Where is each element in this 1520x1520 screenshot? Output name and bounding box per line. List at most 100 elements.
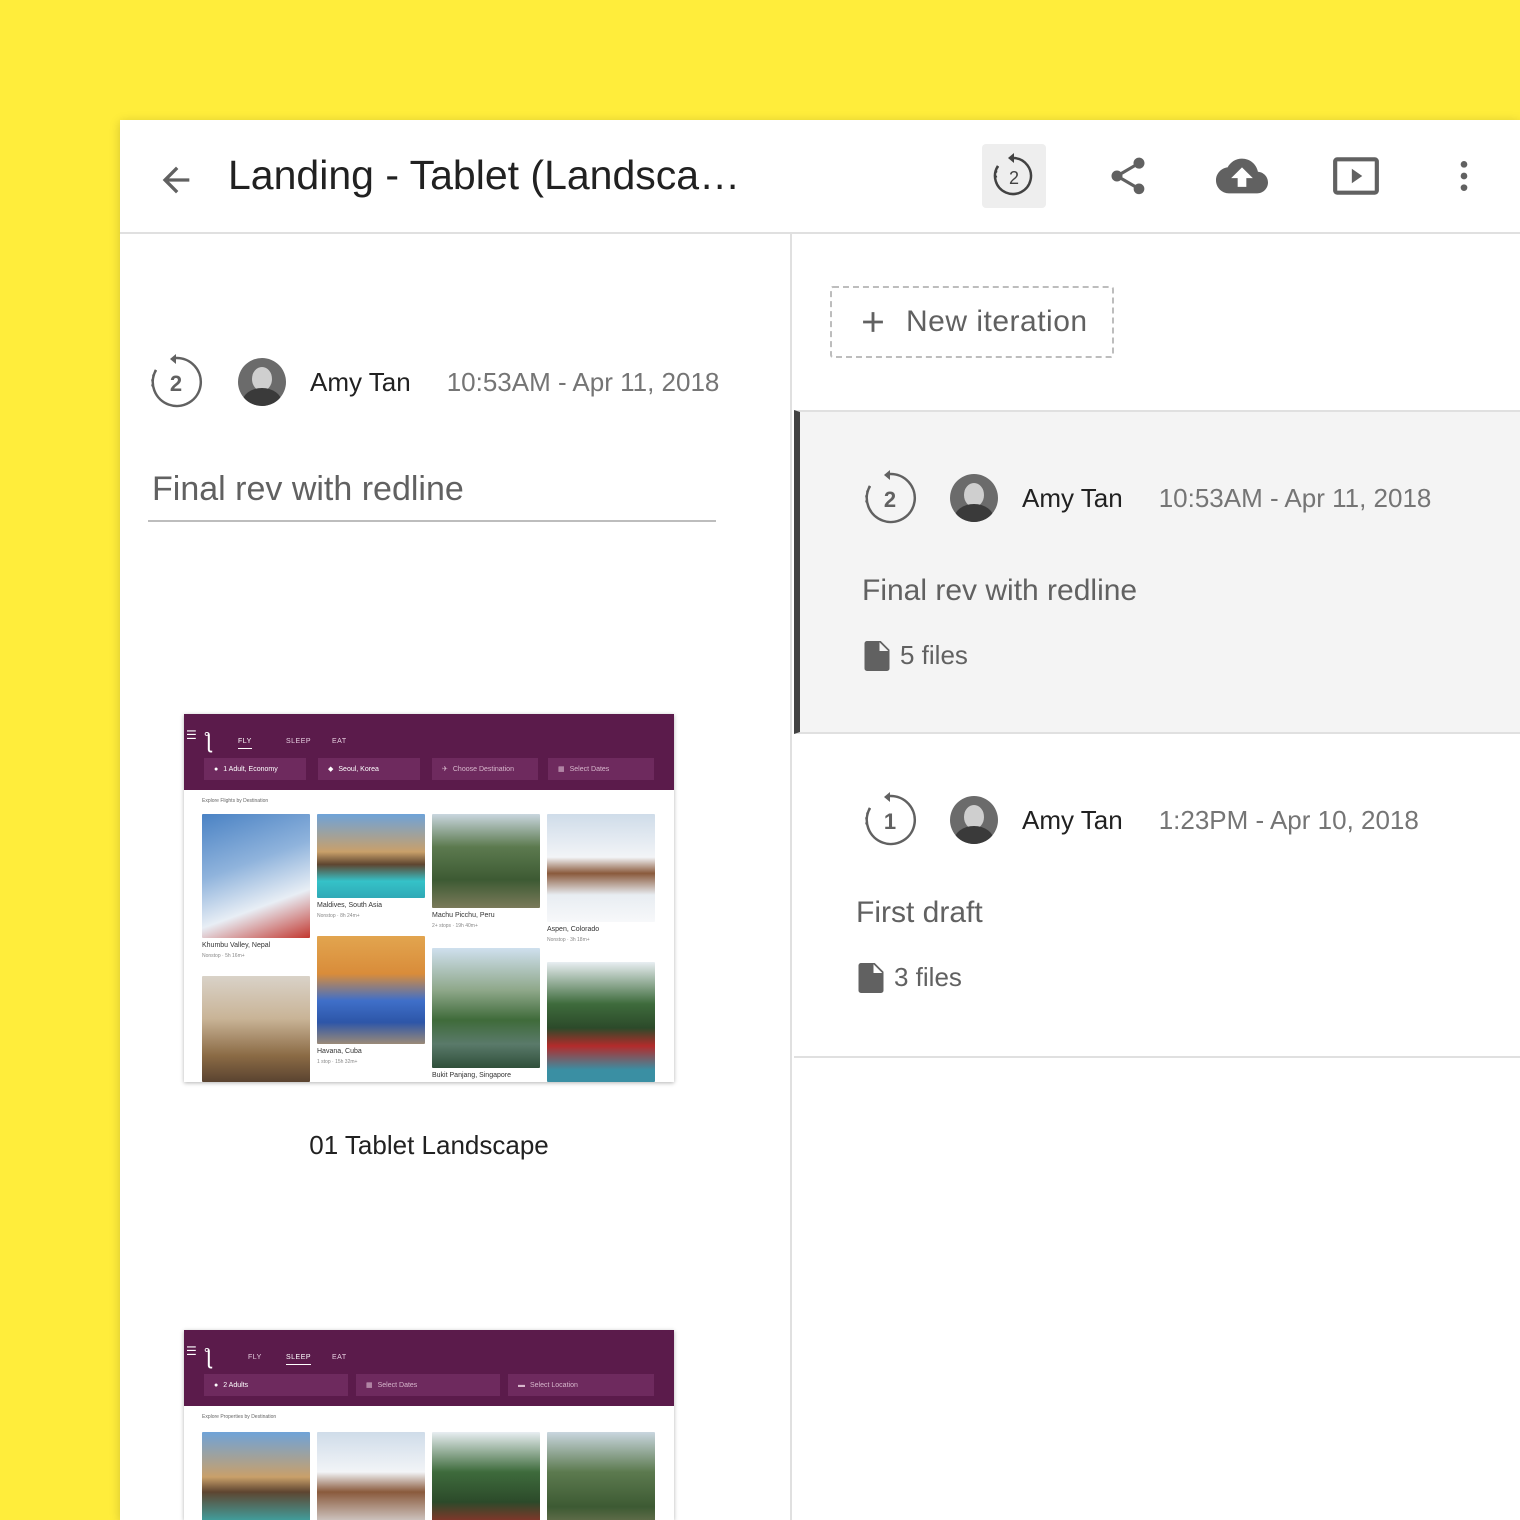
file-icon — [858, 962, 884, 993]
iteration-note-input[interactable]: Final rev with redline — [148, 466, 716, 522]
tile-sub: Nonstop · 3h 18m+ — [547, 937, 590, 943]
back-button[interactable] — [154, 158, 198, 202]
file-count: 3 files — [858, 962, 962, 993]
iteration-list-pane: New iteration 2 Amy Tan 10:53AM - Apr 11… — [794, 234, 1520, 1520]
tile-image — [432, 948, 540, 1068]
timestamp: 10:53AM - Apr 11, 2018 — [446, 366, 720, 397]
plus-icon — [863, 312, 883, 332]
tile-image — [202, 976, 310, 1082]
person-icon: ● — [214, 765, 219, 773]
timestamp: 1:23PM - Apr 10, 2018 — [1158, 804, 1419, 835]
history-badge: 2 — [1009, 168, 1019, 188]
iteration-icon: 2 — [865, 470, 916, 524]
tile-image — [432, 1432, 540, 1520]
tile-sub: Nonstop · 5h 16m+ — [202, 953, 245, 959]
iteration-row[interactable]: 2 Amy Tan 10:53AM - Apr 11, 2018 Final r… — [794, 410, 1520, 734]
upload-button[interactable] — [1210, 144, 1274, 208]
avatar — [238, 358, 286, 406]
dates-field: ▦ Select Dates — [548, 758, 654, 780]
tab-sleep: SLEEP — [286, 738, 312, 745]
tile-label: Machu Picchu, Peru — [432, 912, 495, 919]
file-count-label: 5 files — [900, 640, 968, 670]
tile-label: Havana, Cuba — [317, 1048, 362, 1055]
section-title: Explore Properties by Destination — [202, 1414, 277, 1420]
flamingo-logo-icon: ƪ — [204, 1344, 213, 1369]
iteration-row[interactable]: 1 Amy Tan 1:23PM - Apr 10, 2018 First dr… — [794, 734, 1520, 1058]
artboard-header: ☰ ƪ FLY SLEEP EAT ● 1 Adult, Economy ◆ Seo… — [184, 714, 674, 790]
artboard-content: Explore Properties by Destination — [184, 1406, 674, 1520]
tab-eat: EAT — [332, 738, 347, 745]
share-icon — [1111, 157, 1145, 195]
tile-label: Khumbu Valley, Nepal — [202, 942, 271, 949]
tile-sub: Nonstop · 8h 24m+ — [317, 913, 360, 919]
calendar-icon: ▦ — [366, 1382, 373, 1389]
flamingo-logo-icon: ƪ — [204, 728, 213, 753]
iteration-icon: 2 — [151, 354, 202, 408]
guests-field: ● 2 Adults — [204, 1374, 348, 1396]
tab-fly: FLY — [238, 738, 252, 749]
location-field: ▬ Select Location — [508, 1374, 654, 1396]
present-icon — [1333, 157, 1379, 195]
history-button[interactable]: 2 — [982, 144, 1046, 208]
tile-sub: 1 stop · 15h 32m+ — [317, 1059, 358, 1065]
origin-field: ◆ Seoul, Korea — [318, 758, 420, 780]
iteration-note: First draft — [856, 896, 983, 929]
page-title: Landing - Tablet (Landsca… — [228, 152, 741, 198]
tile-image — [317, 814, 425, 898]
app-window: Landing - Tablet (Landsca… 2 2 Amy Tan 1… — [120, 120, 1520, 1520]
artboard-thumbnail[interactable]: ☰ ƪ FLY SLEEP EAT ● 2 Adults ▦ Select Date… — [184, 1330, 674, 1520]
person-icon: ● — [214, 1381, 219, 1389]
new-iteration-button[interactable]: New iteration — [830, 286, 1114, 358]
cloud-upload-icon — [1216, 158, 1268, 194]
tile-image — [547, 814, 655, 922]
author-name: Amy Tan — [1022, 804, 1123, 835]
artboard-thumbnail[interactable]: ☰ ƪ FLY SLEEP EAT ● 1 Adult, Economy ◆ Seo… — [184, 714, 674, 1082]
dates-field: ▦ Select Dates — [356, 1374, 500, 1396]
tile-image — [202, 1432, 310, 1520]
travelers-field: ● 1 Adult, Economy — [204, 758, 306, 780]
tile-label: Aspen, Colorado — [547, 926, 600, 933]
calendar-icon: ▦ — [558, 766, 565, 773]
svg-text:2: 2 — [170, 371, 182, 396]
arrow-back-icon — [162, 166, 190, 194]
tile-image — [547, 962, 655, 1082]
tile-image — [317, 1432, 425, 1520]
history-icon: 2 — [993, 153, 1033, 196]
file-count-label: 3 files — [894, 962, 962, 992]
new-iteration-label: New iteration — [906, 305, 1088, 338]
top-app-bar: Landing - Tablet (Landsca… 2 — [120, 120, 1520, 234]
timestamp: 10:53AM - Apr 11, 2018 — [1158, 482, 1432, 513]
tile-label: Maldives, South Asia — [317, 902, 382, 909]
tile-sub: 2+ stops · 19h 40m+ — [432, 923, 478, 929]
artboard-header: ☰ ƪ FLY SLEEP EAT ● 2 Adults ▦ Select Date… — [184, 1330, 674, 1406]
iteration-meta: 2 Amy Tan 10:53AM - Apr 11, 2018 — [862, 470, 1431, 526]
iteration-meta: 1 Amy Tan 1:23PM - Apr 10, 2018 — [862, 792, 1419, 848]
tab-eat: EAT — [332, 1354, 347, 1361]
menu-icon: ☰ — [186, 728, 197, 742]
iteration-detail-pane: 2 Amy Tan 10:53AM - Apr 11, 2018 Final r… — [120, 234, 792, 1520]
tile-image — [432, 814, 540, 908]
pin-icon: ◆ — [328, 766, 334, 773]
share-button[interactable] — [1096, 144, 1160, 208]
tile-image — [547, 1432, 655, 1520]
author-name: Amy Tan — [310, 366, 411, 397]
more-vert-icon — [1460, 161, 1468, 191]
destination-field: ✈ Choose Destination — [432, 758, 538, 780]
tile-image — [317, 936, 425, 1044]
tile-label: Bukit Panjang, Singapore — [432, 1072, 511, 1079]
tab-sleep: SLEEP — [286, 1354, 312, 1365]
iteration-note: Final rev with redline — [862, 574, 1138, 607]
more-button[interactable] — [1432, 144, 1496, 208]
svg-text:1: 1 — [884, 809, 896, 834]
section-title: Explore Flights by Destination — [202, 798, 269, 804]
author-name: Amy Tan — [1022, 482, 1123, 513]
detail-meta: 2 Amy Tan 10:53AM - Apr 11, 2018 — [148, 354, 719, 410]
artboard-caption: 01 Tablet Landscape — [309, 1130, 549, 1160]
plane-icon: ✈ — [442, 766, 448, 773]
svg-text:2: 2 — [884, 487, 896, 512]
iteration-icon: 1 — [865, 792, 916, 846]
present-button[interactable] — [1324, 144, 1388, 208]
menu-icon: ☰ — [186, 1344, 197, 1358]
avatar — [950, 474, 998, 522]
artboard-content: Explore Flights by Destination Khumbu Va… — [184, 790, 674, 1082]
